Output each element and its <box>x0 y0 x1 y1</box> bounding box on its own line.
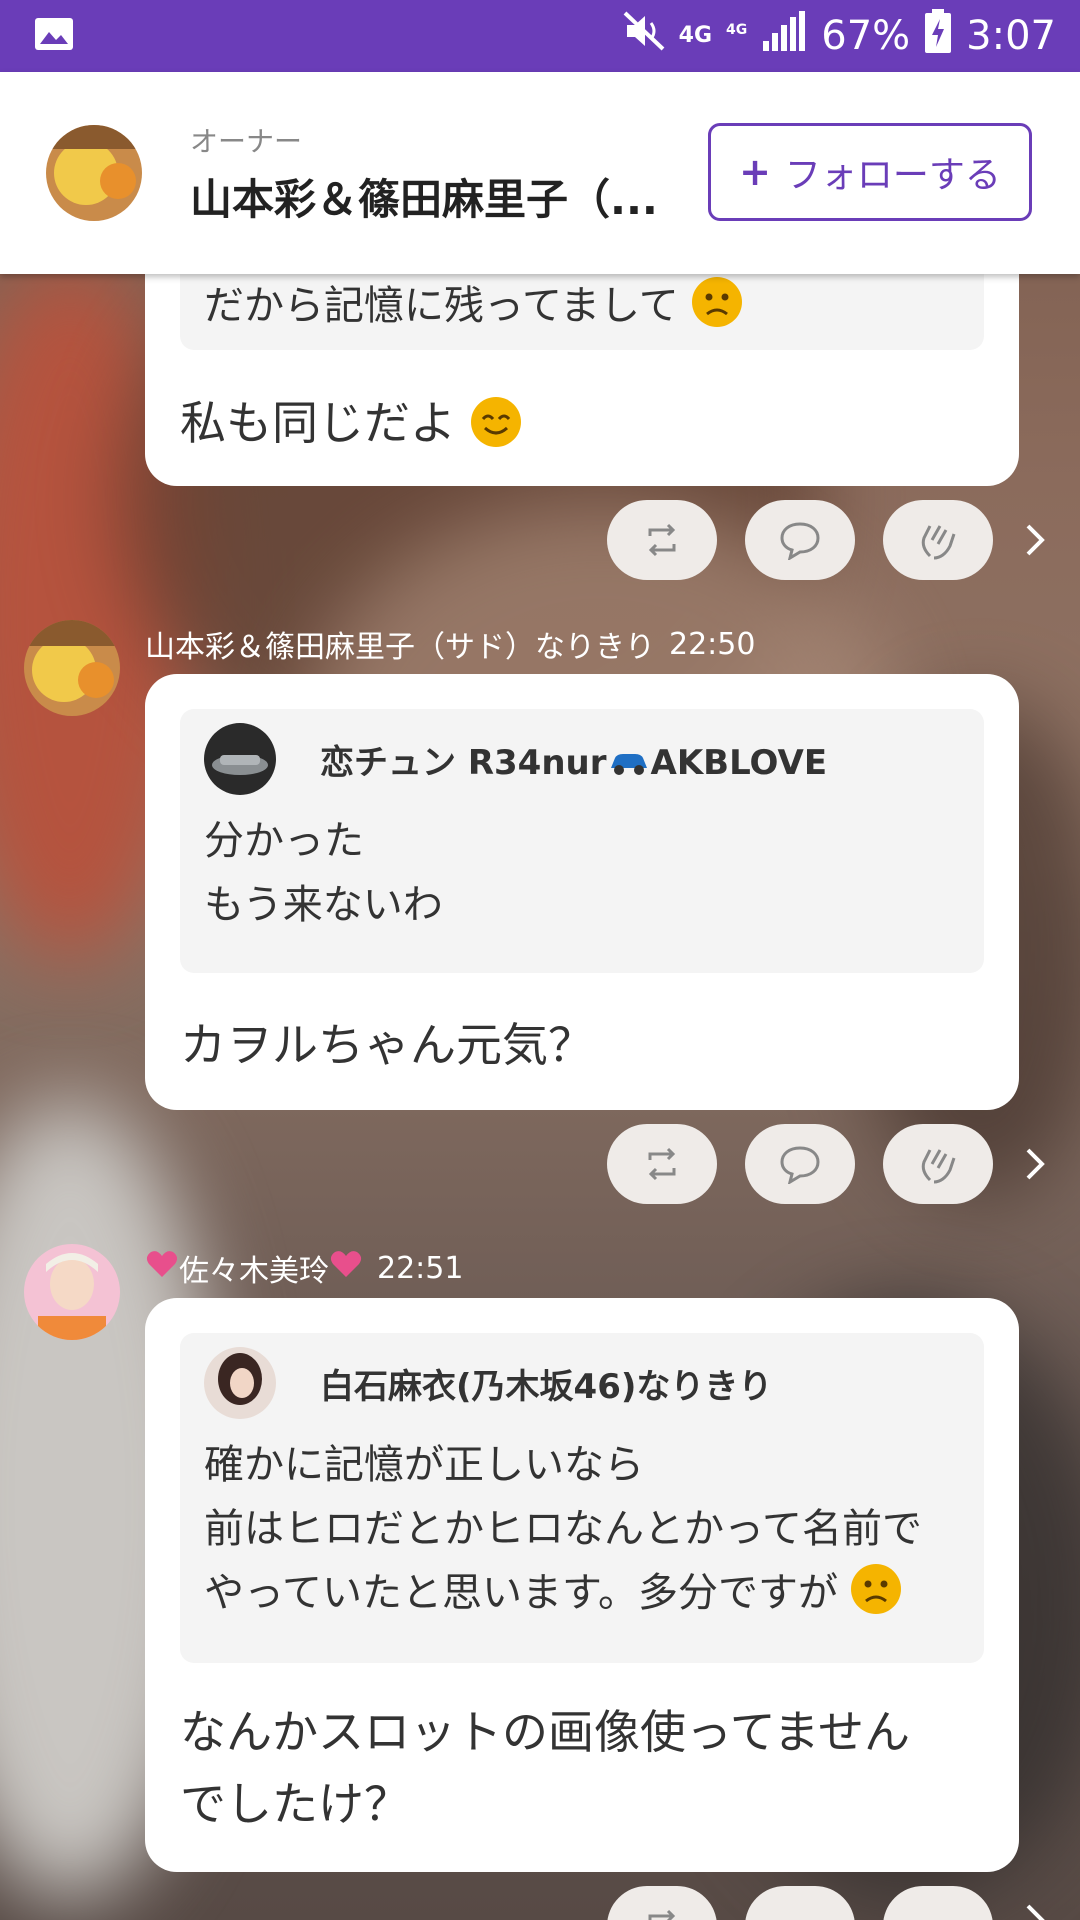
owner-role: オーナー <box>190 124 303 158</box>
message-text: カヲルちゃん元気？ <box>180 1018 594 1072</box>
message-text-line: なんかスロットの画像使ってません <box>180 1705 911 1759</box>
quote-line: もう来ないわ <box>204 882 443 928</box>
heart-icon <box>329 1249 363 1287</box>
owner-name[interactable]: 山本彩＆篠田麻里子（... <box>190 166 660 227</box>
comment-icon[interactable] <box>745 1886 855 1920</box>
repost-icon[interactable] <box>607 1124 717 1204</box>
follow-label: フォローする <box>784 155 1001 196</box>
quoted-message[interactable]: 恋チュン R34nur AKBLOVE 分かった もう来ないわ <box>180 709 984 973</box>
clap-icon[interactable] <box>883 1124 993 1204</box>
author-name[interactable]: 佐々木美玲 <box>179 1246 329 1290</box>
repost-icon[interactable] <box>607 500 717 580</box>
plus-icon: + <box>739 150 771 194</box>
repost-icon[interactable] <box>607 1886 717 1920</box>
quote-author: 恋チュン R34nur <box>320 742 607 783</box>
clock: 3:07 <box>966 13 1056 59</box>
message-meta: 山本彩＆篠田麻里子（サド）なりきり 22:50 <box>145 622 755 666</box>
clap-icon[interactable] <box>883 500 993 580</box>
comment-icon[interactable] <box>745 500 855 580</box>
author-name[interactable]: 山本彩＆篠田麻里子（サド）なりきり <box>145 622 655 666</box>
message-actions <box>607 500 993 580</box>
timestamp: 22:50 <box>669 626 756 662</box>
message-text: 私も同じだよ <box>180 396 456 450</box>
owner-avatar[interactable] <box>46 125 142 221</box>
message-actions <box>607 1124 993 1204</box>
battery-icon <box>924 9 952 63</box>
quote-avatar <box>204 1347 276 1419</box>
chevron-right-icon[interactable] <box>1020 520 1050 560</box>
smiling-face-icon <box>470 397 521 447</box>
follow-button[interactable]: + フォローする <box>708 123 1032 221</box>
author-avatar[interactable] <box>24 620 120 716</box>
quote-line: やっていたと思います。多分ですが <box>204 1570 838 1616</box>
quote-author-suffix: AKBLOVE <box>650 742 828 783</box>
quote-line: 確かに記憶が正しいなら <box>204 1442 644 1488</box>
quoted-message[interactable]: 白石麻衣(乃木坂46)なりきり 確かに記憶が正しいなら 前はヒロだとかヒロなんと… <box>180 1333 984 1663</box>
status-bar: 4G 4G 67% 3:07 <box>0 0 1080 72</box>
message-meta: 佐々木美玲 22:51 <box>145 1246 463 1290</box>
chevron-right-icon[interactable] <box>1020 1900 1050 1920</box>
network-label-small: 4G <box>726 22 748 38</box>
chevron-right-icon[interactable] <box>1020 1144 1050 1184</box>
quote-line: 前はヒロだとかヒロなんとかって名前で <box>204 1506 922 1552</box>
mute-icon <box>623 11 665 61</box>
image-icon <box>34 17 74 55</box>
message-card: 白石麻衣(乃木坂46)なりきり 確かに記憶が正しいなら 前はヒロだとかヒロなんと… <box>145 1298 1019 1872</box>
signal-icon <box>761 11 807 61</box>
message-card: 恋チュン R34nur AKBLOVE 分かった もう来ないわ カヲルちゃん元気？ <box>145 674 1019 1110</box>
battery-percent: 67% <box>821 13 911 59</box>
author-avatar[interactable] <box>24 1244 120 1340</box>
message-text-line: でしたけ？ <box>180 1777 410 1831</box>
quote-text: だから記憶に残ってまして <box>204 283 679 329</box>
quote-line: 分かった <box>204 818 364 864</box>
timestamp: 22:51 <box>377 1250 464 1286</box>
car-icon <box>607 743 651 783</box>
network-label: 4G <box>678 23 713 48</box>
worried-face-icon <box>691 277 742 327</box>
comment-icon[interactable] <box>745 1124 855 1204</box>
quote-avatar <box>204 723 276 795</box>
message-actions <box>607 1886 993 1920</box>
quote-author: 白石麻衣(乃木坂46)なりきり <box>320 1366 773 1407</box>
clap-icon[interactable] <box>883 1886 993 1920</box>
worried-face-icon <box>850 1564 901 1614</box>
heart-icon <box>145 1249 179 1287</box>
